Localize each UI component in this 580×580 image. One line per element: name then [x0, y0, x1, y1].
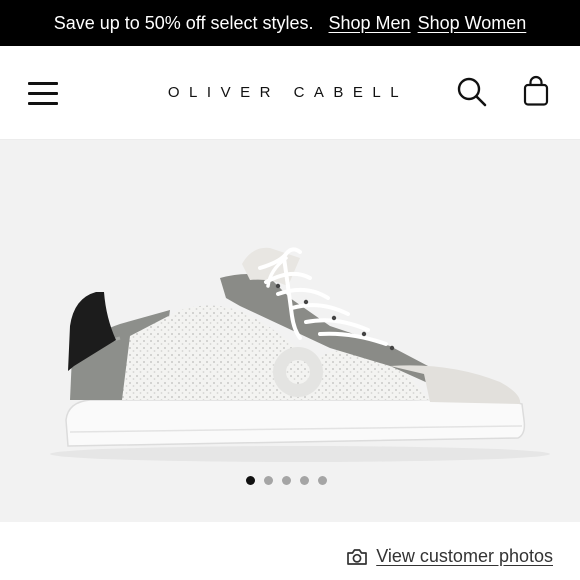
carousel-dot[interactable]: [264, 476, 273, 485]
carousel-dot[interactable]: [300, 476, 309, 485]
carousel-dot[interactable]: [282, 476, 291, 485]
shop-women-link[interactable]: Shop Women: [418, 13, 527, 34]
view-customer-photos-link[interactable]: View customer photos: [346, 546, 553, 567]
shopping-bag-icon[interactable]: [522, 75, 550, 107]
promo-banner: Save up to 50% off select styles. Shop M…: [0, 0, 580, 46]
carousel-dot[interactable]: [246, 476, 255, 485]
search-icon[interactable]: [457, 77, 487, 107]
menu-icon[interactable]: [28, 82, 58, 106]
promo-text: Save up to 50% off select styles.: [53, 12, 314, 33]
product-image-gallery[interactable]: [0, 140, 580, 522]
view-customer-photos-label: View customer photos: [376, 546, 553, 566]
shop-men-link[interactable]: Shop Men: [329, 13, 411, 34]
carousel-dot[interactable]: [318, 476, 327, 485]
carousel-dots: [246, 476, 327, 485]
sneaker-product-photo: [50, 247, 550, 462]
brand-logo[interactable]: OLIVER CABELL: [150, 84, 426, 101]
camera-icon: [347, 548, 368, 565]
site-header: OLIVER CABELL: [0, 46, 580, 140]
